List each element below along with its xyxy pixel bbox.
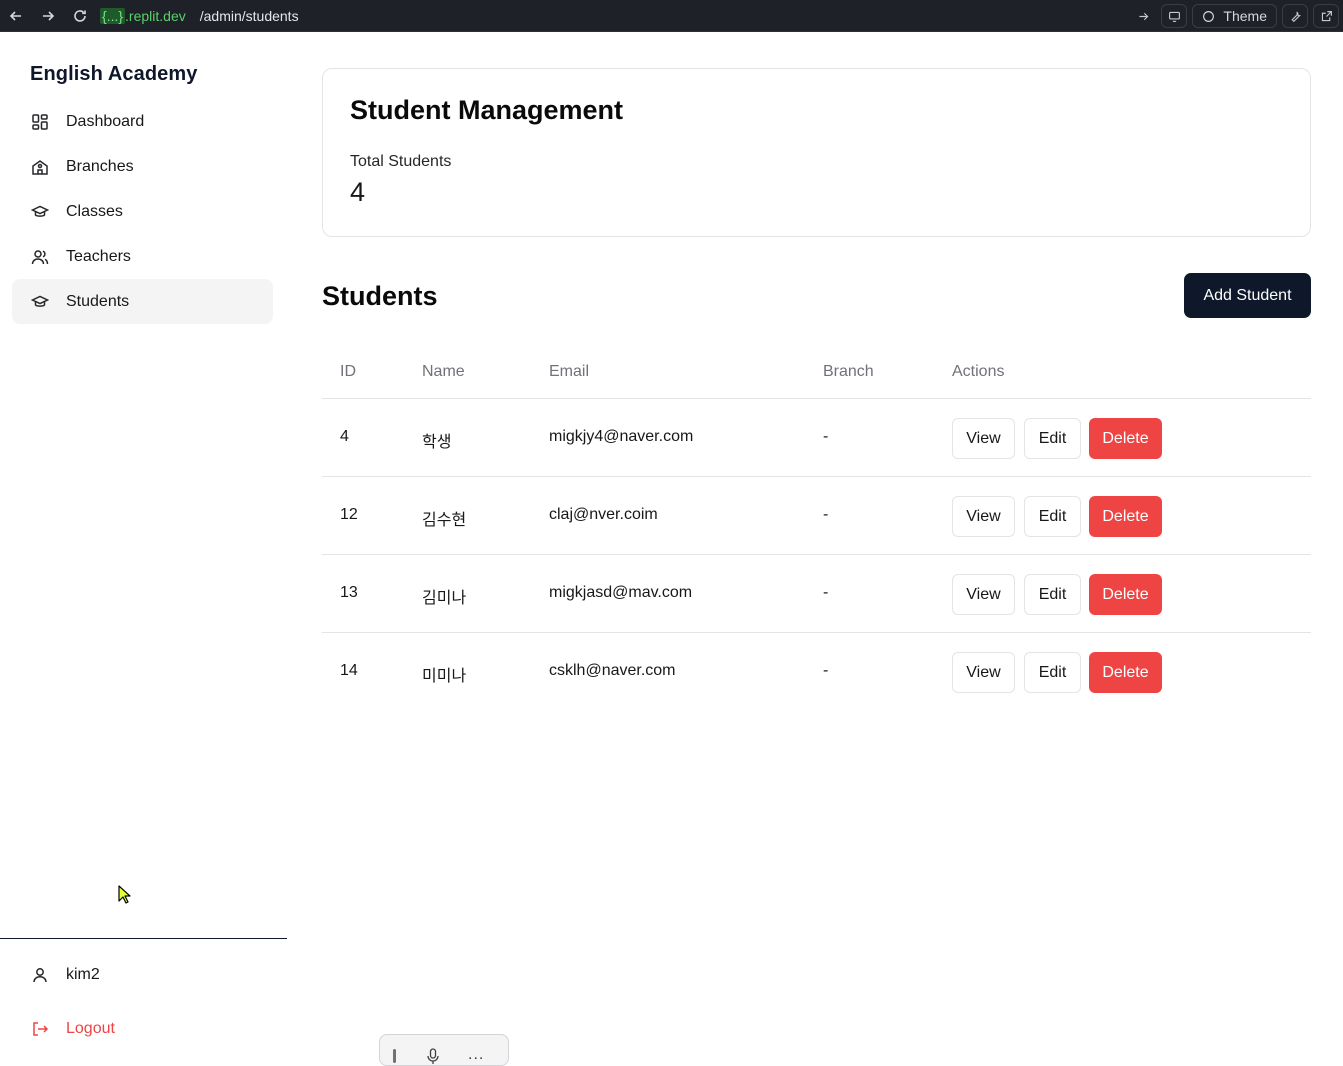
- theme-button[interactable]: Theme: [1192, 4, 1277, 28]
- sidebar-item-label: Students: [66, 292, 130, 310]
- view-button[interactable]: View: [952, 418, 1015, 459]
- column-header-id: ID: [340, 363, 356, 380]
- total-students-value: 4: [350, 177, 366, 207]
- address-bar[interactable]: {...} .replit.dev /admin/students: [100, 5, 299, 27]
- column-header-actions: Actions: [952, 363, 1005, 380]
- open-new-tab-button[interactable]: [1313, 4, 1339, 28]
- view-button[interactable]: View: [952, 574, 1015, 615]
- sidebar-item-label: Dashboard: [66, 112, 145, 130]
- edit-button[interactable]: Edit: [1024, 496, 1081, 537]
- student-id: 14: [340, 662, 358, 679]
- view-button[interactable]: View: [952, 496, 1015, 537]
- external-link-icon: [1321, 10, 1332, 21]
- sidebar-user[interactable]: kim2: [12, 952, 273, 997]
- brand-title: English Academy: [30, 63, 198, 85]
- url-path: /admin/students: [199, 7, 299, 24]
- url-braces: {...}: [100, 7, 126, 24]
- user-name: kim2: [66, 965, 100, 983]
- url-domain: .replit.dev: [125, 7, 186, 24]
- theme-label: Theme: [1223, 8, 1267, 24]
- add-student-button[interactable]: Add Student: [1184, 273, 1311, 318]
- table-row: 4 학생 migkjy4@naver.com - View Edit Delet…: [322, 399, 1311, 477]
- table-row: 14 미미나 csklh@naver.com - View Edit Delet…: [322, 633, 1311, 711]
- column-header-name: Name: [422, 363, 465, 380]
- more-options-icon[interactable]: ...: [468, 1046, 484, 1064]
- arrow-right-icon: [1139, 12, 1149, 20]
- column-header-branch: Branch: [823, 363, 874, 380]
- student-name: 김수현: [422, 512, 467, 529]
- mouse-cursor-icon: [118, 885, 131, 904]
- edit-button[interactable]: Edit: [1024, 574, 1081, 615]
- table-row: 13 김미나 migkjasd@mav.com - View Edit Dele…: [322, 555, 1311, 633]
- students-table: ID Name Email Branch Actions 4 학생 migkjy…: [322, 345, 1311, 711]
- edit-button[interactable]: Edit: [1024, 652, 1081, 693]
- sidebar: English Academy Dashboard Branches Class…: [0, 32, 287, 1062]
- page-title: Student Management: [350, 95, 624, 125]
- back-button[interactable]: [0, 3, 32, 29]
- student-branch: -: [823, 584, 829, 601]
- delete-button[interactable]: Delete: [1089, 574, 1162, 615]
- sidebar-item-classes[interactable]: Classes: [12, 189, 273, 234]
- student-name: 미미나: [422, 668, 467, 685]
- logout-button[interactable]: Logout: [12, 1006, 273, 1051]
- sidebar-item-label: Classes: [66, 202, 123, 220]
- student-id: 4: [340, 428, 349, 445]
- graduation-cap-icon: [30, 292, 50, 312]
- devtools-button[interactable]: [1282, 4, 1308, 28]
- table-header: ID Name Email Branch Actions: [322, 345, 1311, 399]
- student-branch: -: [823, 428, 829, 445]
- sidebar-item-dashboard[interactable]: Dashboard: [12, 99, 273, 144]
- sidebar-item-branches[interactable]: Branches: [12, 144, 273, 189]
- graduation-cap-icon: [30, 202, 50, 222]
- logout-label: Logout: [66, 1019, 115, 1037]
- arrow-left-icon: [9, 10, 21, 21]
- table-row: 12 김수현 claj@nver.coim - View Edit Delete: [322, 477, 1311, 555]
- sidebar-item-label: Branches: [66, 157, 134, 175]
- student-name: 학생: [422, 434, 452, 451]
- sidebar-divider: [0, 938, 287, 939]
- reload-button[interactable]: [64, 3, 96, 29]
- layout-dashboard-icon: [30, 112, 50, 132]
- student-email: migkjy4@naver.com: [549, 428, 694, 445]
- forward-button[interactable]: [32, 3, 64, 29]
- open-arrow-button[interactable]: [1130, 4, 1156, 28]
- user-icon: [30, 965, 50, 985]
- wrench-icon: [1290, 10, 1301, 22]
- student-id: 12: [340, 506, 358, 523]
- view-button[interactable]: View: [952, 652, 1015, 693]
- student-branch: -: [823, 506, 829, 523]
- device-preview-button[interactable]: [1161, 4, 1188, 28]
- student-id: 13: [340, 584, 358, 601]
- reload-icon: [74, 9, 86, 22]
- student-email: claj@nver.coim: [549, 506, 658, 523]
- sidebar-item-teachers[interactable]: Teachers: [12, 234, 273, 279]
- sidebar-item-label: Teachers: [66, 247, 131, 265]
- floating-toolbar[interactable]: ...: [379, 1034, 509, 1066]
- students-heading: Students: [322, 281, 438, 311]
- arrow-right-icon: [43, 10, 55, 21]
- total-students-label: Total Students: [350, 153, 452, 170]
- student-name: 김미나: [422, 590, 467, 607]
- student-branch: -: [823, 662, 829, 679]
- users-icon: [30, 247, 50, 267]
- school-icon: [30, 157, 50, 177]
- delete-button[interactable]: Delete: [1089, 652, 1162, 693]
- drag-handle-icon[interactable]: [393, 1049, 396, 1063]
- log-out-icon: [30, 1019, 50, 1039]
- column-header-email: Email: [549, 363, 590, 380]
- edit-button[interactable]: Edit: [1024, 418, 1081, 459]
- browser-toolbar: {...} .replit.dev /admin/students Theme: [0, 0, 1343, 32]
- summary-card: Student Management Total Students 4: [322, 68, 1311, 237]
- sidebar-item-students[interactable]: Students: [12, 279, 273, 324]
- monitor-icon: [1168, 11, 1180, 22]
- student-email: csklh@naver.com: [549, 662, 676, 679]
- palette-icon: [1203, 10, 1215, 22]
- delete-button[interactable]: Delete: [1089, 496, 1162, 537]
- delete-button[interactable]: Delete: [1089, 418, 1162, 459]
- student-email: migkjasd@mav.com: [549, 584, 693, 601]
